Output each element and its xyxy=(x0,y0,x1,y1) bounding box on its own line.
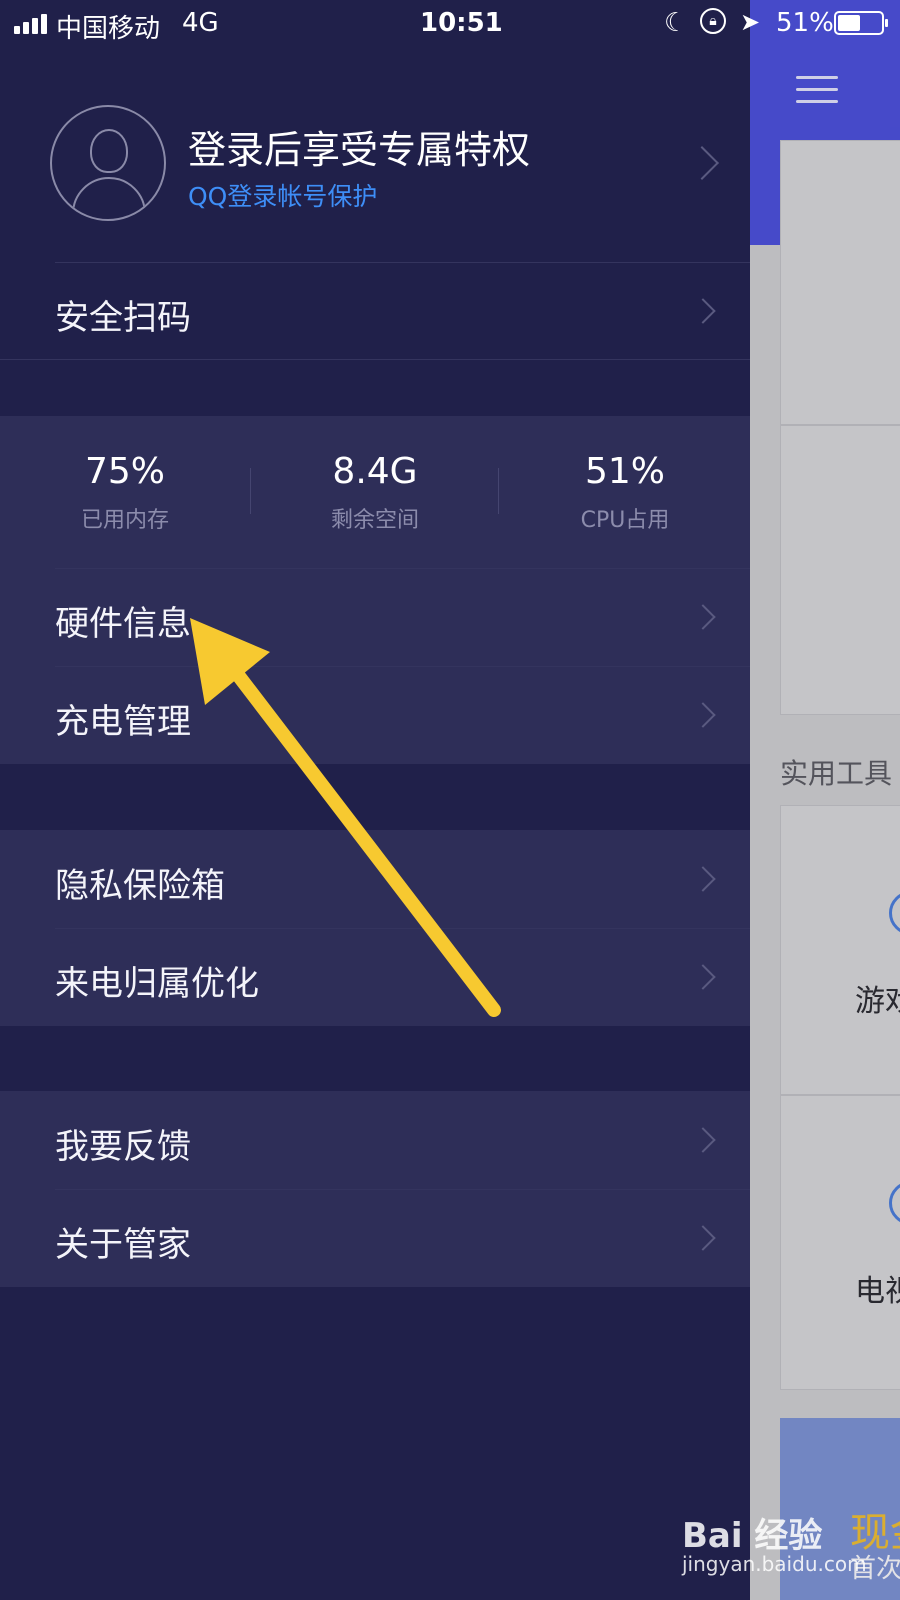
avatar[interactable] xyxy=(50,105,166,221)
menu-item-feedback[interactable]: 我要反馈 xyxy=(0,1091,750,1188)
baidu-jingyan-watermark: Bai 经验 jingyan.baidu.com xyxy=(682,1508,892,1588)
drawer-scrim[interactable] xyxy=(750,0,900,1600)
do-not-disturb-icon: ☾ xyxy=(664,8,688,38)
divider xyxy=(0,359,750,360)
menu-item-secure-scan[interactable]: 安全扫码 xyxy=(0,262,750,359)
stat-label: 已用内存 xyxy=(80,508,169,533)
menu-item-label: 充电管理 xyxy=(55,702,191,742)
clock: 10:51 xyxy=(420,8,503,38)
chevron-right-icon xyxy=(690,964,716,990)
stat-label: CPU占用 xyxy=(580,508,670,533)
menu-item-label: 来电归属优化 xyxy=(55,964,259,1004)
stat-memory[interactable]: 75% 已用内存 xyxy=(0,451,250,534)
stat-storage[interactable]: 8.4G 剩余空间 xyxy=(250,451,500,534)
side-drawer: 登录后享受专属特权 QQ登录帐号保护 安全扫码 75% 已用内存 8.4G 剩余… xyxy=(0,0,750,1600)
rotation-lock-icon: 🔒︎ xyxy=(700,8,726,34)
device-stats: 75% 已用内存 8.4G 剩余空间 51% CPU占用 xyxy=(0,416,750,566)
privacy-group: 隐私保险箱 来电归属优化 xyxy=(0,830,750,1026)
user-silhouette-icon xyxy=(90,129,128,173)
device-group: 75% 已用内存 8.4G 剩余空间 51% CPU占用 硬件信息 充电管理 xyxy=(0,416,750,764)
menu-item-label: 隐私保险箱 xyxy=(55,866,225,906)
menu-item-caller-id[interactable]: 来电归属优化 xyxy=(0,928,750,1025)
menu-item-hardware-info[interactable]: 硬件信息 xyxy=(0,568,750,665)
stat-value: 75% xyxy=(84,451,165,492)
menu-item-charging[interactable]: 充电管理 xyxy=(0,666,750,763)
menu-item-label: 关于管家 xyxy=(55,1225,191,1265)
menu-item-about[interactable]: 关于管家 xyxy=(0,1189,750,1286)
menu-item-label: 我要反馈 xyxy=(55,1127,191,1167)
chevron-right-icon xyxy=(690,702,716,728)
battery-percent: 51% xyxy=(776,8,834,38)
user-silhouette-body xyxy=(72,177,146,219)
menu-item-label: 硬件信息 xyxy=(55,604,191,644)
menu-item-label: 安全扫码 xyxy=(55,298,191,338)
menu-item-privacy-vault[interactable]: 隐私保险箱 xyxy=(0,830,750,927)
support-group: 我要反馈 关于管家 xyxy=(0,1091,750,1287)
battery-icon xyxy=(834,11,888,35)
location-icon: ➤ xyxy=(740,8,761,36)
watermark-url: jingyan.baidu.com xyxy=(682,1552,867,1576)
chevron-right-icon xyxy=(690,866,716,892)
stat-label: 剩余空间 xyxy=(330,508,419,533)
stat-divider xyxy=(498,468,499,514)
chevron-right-icon xyxy=(690,1127,716,1153)
signal-icon xyxy=(14,12,52,34)
network-type: 4G xyxy=(182,8,219,38)
login-prompt-title: 登录后享受专属特权 xyxy=(188,128,531,172)
chevron-right-icon xyxy=(690,1225,716,1251)
stat-value: 51% xyxy=(584,451,665,492)
status-bar: 中国移动 4G 10:51 ☾ 🔒︎ ➤ 51% xyxy=(0,0,900,46)
chevron-right-icon xyxy=(690,298,716,324)
carrier-name: 中国移动 xyxy=(56,14,161,44)
chevron-right-icon xyxy=(685,146,719,180)
watermark-logo: Bai 经验 xyxy=(682,1516,823,1556)
chevron-right-icon xyxy=(690,604,716,630)
stat-value: 8.4G xyxy=(332,451,418,492)
stat-cpu[interactable]: 51% CPU占用 xyxy=(500,451,750,534)
login-profile-row[interactable]: 登录后享受专属特权 QQ登录帐号保护 xyxy=(0,95,750,260)
qq-login-link[interactable]: QQ登录帐号保护 xyxy=(188,177,377,213)
